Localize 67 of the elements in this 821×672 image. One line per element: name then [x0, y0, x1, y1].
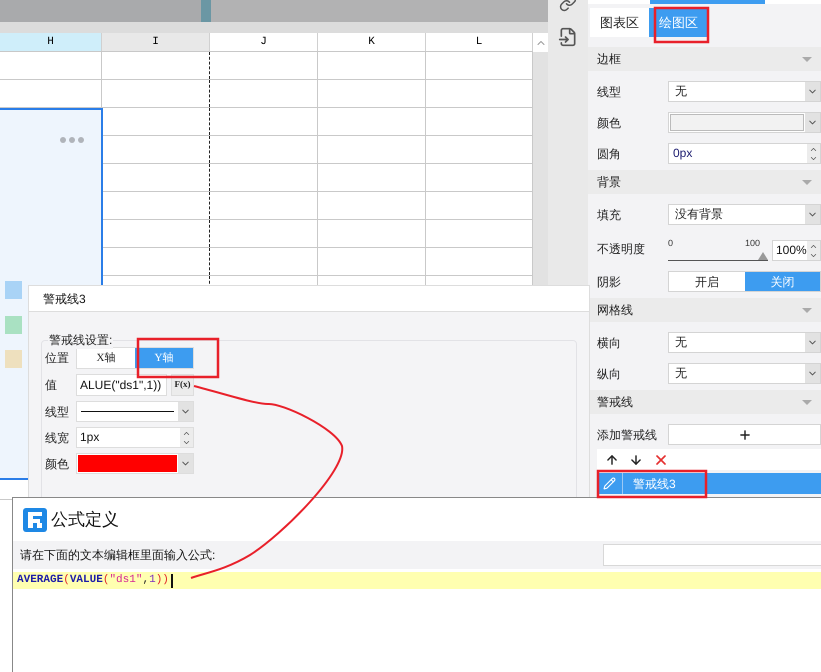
section-header[interactable]: 边框 [588, 47, 821, 71]
pencil-icon[interactable] [603, 477, 616, 490]
select-field[interactable]: 无 [668, 332, 821, 353]
group-title: 警戒线设置: [48, 331, 114, 350]
select-field[interactable]: 无 [668, 81, 821, 102]
slider-min-label: 0 [668, 237, 674, 249]
formula-editor[interactable]: AVERAGE(VALUE("ds1",1)) [13, 572, 821, 589]
panel-tab[interactable]: 图表区 [590, 8, 649, 37]
value-field[interactable]: ALUE("ds1",1)) [76, 374, 167, 396]
section-header[interactable]: 警戒线 [588, 390, 821, 414]
plus-icon [738, 428, 752, 442]
section-title: 网格线 [597, 302, 633, 319]
field-label: 线型 [45, 404, 70, 421]
field-label: 填充 [596, 206, 622, 224]
legend-swatch-icon [5, 316, 22, 334]
tab-marker [201, 0, 211, 22]
warning-line-label: 警戒线3 [633, 476, 676, 492]
field-label: 颜色 [596, 114, 622, 132]
field-label: 圆角 [596, 146, 622, 162]
legend-swatch-icon [5, 350, 22, 368]
field-label: 横向 [596, 334, 622, 352]
section-title: 背景 [597, 174, 621, 191]
color-field[interactable] [668, 112, 821, 133]
collapse-caret-icon[interactable] [802, 180, 812, 184]
legend-swatch-icon [5, 281, 22, 299]
collapse-caret-icon[interactable] [802, 56, 812, 62]
column-header[interactable]: H [0, 33, 102, 51]
percent-field[interactable]: 100% [772, 240, 821, 261]
search-field[interactable] [603, 544, 821, 566]
move-up-icon[interactable] [605, 452, 619, 466]
field-label: 值 [45, 377, 58, 394]
spinner-arrows[interactable] [180, 428, 193, 448]
move-down-icon[interactable] [629, 452, 643, 466]
collapse-caret-icon[interactable] [802, 400, 812, 404]
section-header[interactable]: 背景 [588, 170, 821, 194]
field-label: 添加警戒线 [596, 426, 658, 444]
field-label: 纵向 [596, 366, 622, 382]
import-icon[interactable] [558, 27, 578, 47]
field-label: 线宽 [45, 430, 70, 447]
more-icon[interactable] [60, 137, 84, 143]
field-label: 位置 [45, 350, 70, 368]
select-field[interactable]: 无 [668, 363, 821, 384]
collapse-caret-icon[interactable] [802, 308, 812, 312]
dialog-title: 警戒线3 [43, 290, 86, 308]
line-width-field[interactable]: 1px [76, 427, 194, 448]
annotation-box [654, 6, 710, 44]
slider-max-label: 100 [744, 237, 760, 249]
select-field[interactable]: 没有背景 [668, 204, 821, 225]
section-title: 警戒线 [597, 394, 633, 411]
spinner-arrows[interactable] [807, 144, 820, 163]
line-type-select[interactable] [76, 401, 194, 422]
number-field[interactable]: 0px [668, 143, 821, 164]
field-label: 不透明度 [596, 241, 646, 258]
column-header[interactable]: I [102, 33, 210, 51]
axis-option[interactable]: X轴 [77, 348, 135, 368]
color-select[interactable] [76, 453, 194, 474]
add-button[interactable] [668, 424, 821, 445]
field-label: 线型 [596, 84, 622, 100]
spinner-arrows[interactable] [807, 241, 820, 260]
field-label: 颜色 [45, 456, 70, 473]
field-label: 阴影 [596, 274, 622, 290]
section-title: 边框 [597, 51, 621, 68]
app-logo-icon [23, 508, 47, 532]
section-header[interactable]: 网格线 [588, 298, 821, 322]
toggle-option[interactable]: 开启 [669, 272, 744, 291]
dialog-title: 公式定义 [51, 508, 119, 531]
prompt-text: 请在下面的文本编辑框里面输入公式: [20, 547, 216, 564]
